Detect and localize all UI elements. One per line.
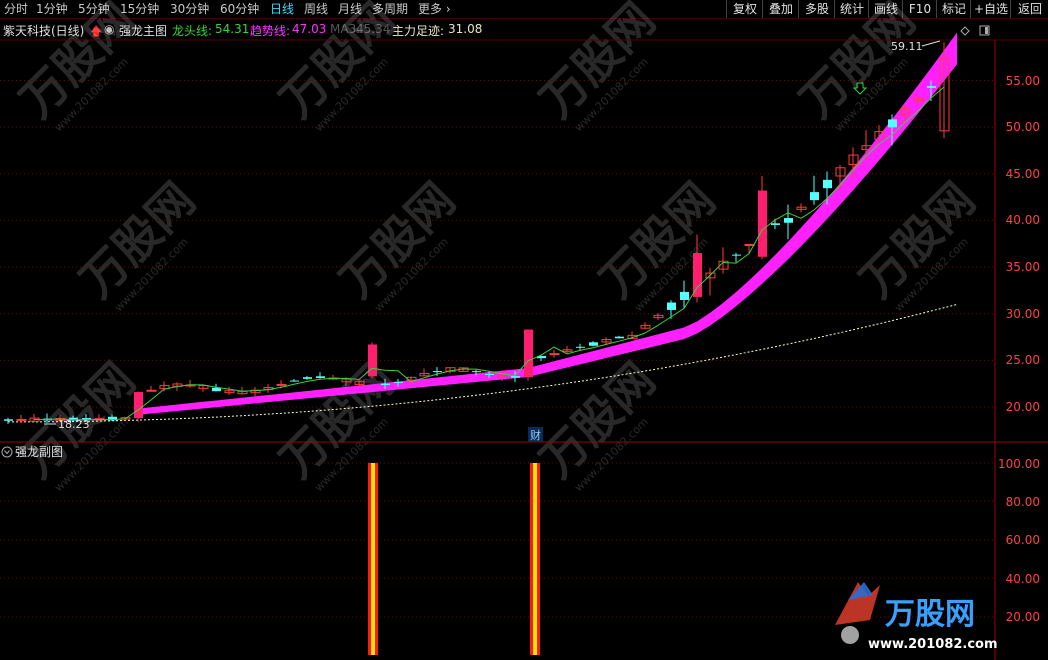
candle-body [667,302,676,310]
candle-body [732,254,741,256]
price-tick: 45.00 [1006,167,1040,181]
candle-body [485,373,494,375]
candle-body [927,86,936,88]
finance-event-badge[interactable]: 财 [528,427,543,442]
candle-body [134,392,143,419]
price-tick: 20.00 [1006,400,1040,414]
candle-body [615,336,624,339]
watermark: 万股网www.201082.com [270,0,406,134]
candle-body [4,419,13,421]
price-grid [0,79,995,618]
candle-body [680,291,689,301]
watermark: 万股网www.201082.com [530,352,666,494]
sub-tick: 80.00 [1006,495,1040,509]
candle-body [394,381,403,383]
candle-body [303,377,312,379]
candle-body [576,346,585,348]
sub-axis: 100.00 80.00 60.00 40.00 20.00 [998,457,1040,624]
candle-body [810,192,819,201]
candle-body [823,179,832,189]
signal-bar [368,463,378,655]
candle-body [472,371,481,373]
price-axis: 55.00 50.00 45.00 40.00 35.00 30.00 25.0… [1006,74,1040,414]
candle-body [146,389,157,392]
high-pointer-line [921,40,941,47]
watermark: 万股网www.201082.com [530,0,666,134]
candle-body [511,376,520,378]
main-force-line [7,303,958,423]
candle-body [771,223,780,225]
candle-body [589,342,598,346]
diamond-icon[interactable] [960,26,970,36]
price-tick: 50.00 [1006,120,1040,134]
candle-body [744,244,755,247]
watermark: 万股网www.201082.com [330,172,466,314]
candle-body [368,344,377,377]
price-tick: 30.00 [1006,307,1040,321]
sub-chart-title[interactable]: 强龙副图 [15,445,63,459]
price-tick: 40.00 [1006,213,1040,227]
candle-body [16,418,27,421]
watermark: 万股网www.201082.com [590,172,726,314]
finance-event-label: 财 [530,428,541,442]
candle-body [212,387,221,392]
brand-logo: 万股网 www.201082.com [835,582,998,652]
sub-tick: 100.00 [998,457,1040,471]
signal-bar [530,463,540,655]
kline-chart[interactable]: 万股网www.201082.com 万股网www.201082.com 万股网www… [0,0,1048,660]
candle-body [784,218,793,223]
watermark: 万股网www.201082.com [70,172,206,314]
sub-tick: 40.00 [1006,572,1040,586]
price-tick: 25.00 [1006,353,1040,367]
brand-name: 万股网 [885,597,975,632]
watermark: 万股网www.201082.com [850,172,986,314]
candle-body [316,376,325,378]
sub-menu-icon[interactable] [1,446,13,458]
candle-body [290,380,299,382]
sub-tick: 60.00 [1006,533,1040,547]
low-price-label: 18.23 [58,418,90,431]
candle-body [276,383,287,386]
price-tick: 35.00 [1006,260,1040,274]
watermark-layer: 万股网www.201082.com 万股网www.201082.com 万股网www… [10,0,986,494]
candle-body [888,119,897,128]
candle-body [433,371,442,373]
sub-tick: 20.00 [1006,610,1040,624]
high-price-label: 59.11 [891,40,923,53]
watermark: 万股网www.201082.com [270,352,406,494]
brand-url: www.201082.com [868,637,998,652]
panel-toggle-icon[interactable] [979,25,990,36]
price-tick: 55.00 [1006,74,1040,88]
candle-body [758,190,767,257]
watermark: 万股网www.201082.com [10,0,146,134]
candle-body [381,383,390,386]
candle-body [549,353,560,356]
candle-body [693,253,702,297]
candle-body [524,329,533,378]
